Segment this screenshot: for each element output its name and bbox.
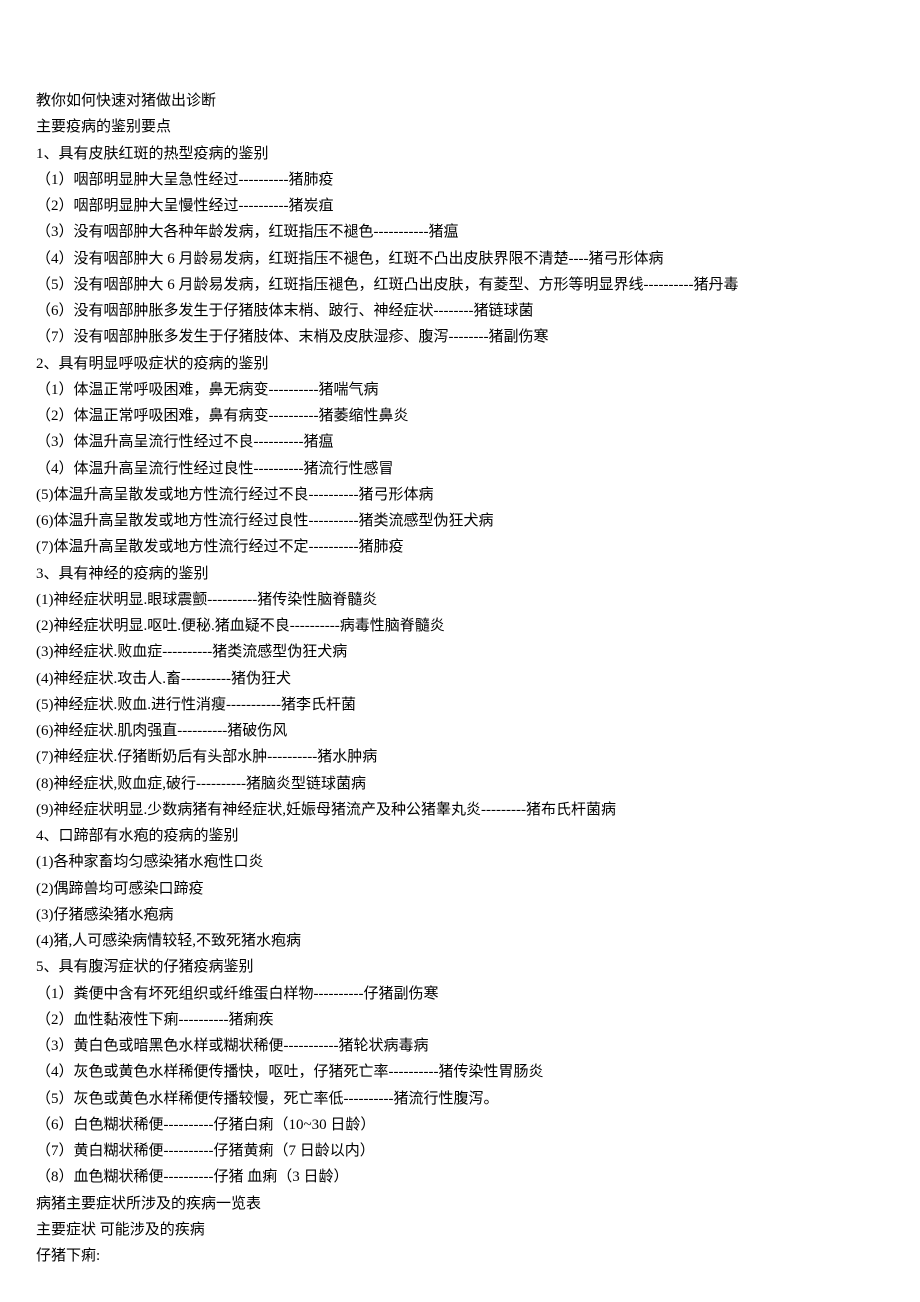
text-line: (1)神经症状明显.眼球震颤----------猪传染性脑脊髓炎 [36, 587, 884, 613]
text-line: 主要疫病的鉴别要点 [36, 114, 884, 140]
text-line: （6）白色糊状稀便----------仔猪白痢（10~30 日龄） [36, 1112, 884, 1138]
text-line: 教你如何快速对猪做出诊断 [36, 88, 884, 114]
text-line: （3）黄白色或暗黑色水样或糊状稀便-----------猪轮状病毒病 [36, 1033, 884, 1059]
text-line: （6）没有咽部肿胀多发生于仔猪肢体末梢、跛行、神经症状--------猪链球菌 [36, 298, 884, 324]
text-line: （2）血性黏液性下痢----------猪痢疾 [36, 1007, 884, 1033]
text-line: 病猪主要症状所涉及的疾病一览表 [36, 1191, 884, 1217]
text-line: （7）没有咽部肿胀多发生于仔猪肢体、末梢及皮肤湿疹、腹泻--------猪副伤寒 [36, 324, 884, 350]
text-line: （8）血色糊状稀便----------仔猪 血痢（3 日龄） [36, 1164, 884, 1190]
text-line: (6)神经症状.肌肉强直----------猪破伤风 [36, 718, 884, 744]
text-line: （2）咽部明显肿大呈慢性经过----------猪炭疽 [36, 193, 884, 219]
text-line: 3、具有神经的疫病的鉴别 [36, 561, 884, 587]
text-line: （4）灰色或黄色水样稀便传播快，呕吐，仔猪死亡率----------猪传染性胃肠… [36, 1059, 884, 1085]
text-line: （1）粪便中含有坏死组织或纤维蛋白样物----------仔猪副伤寒 [36, 981, 884, 1007]
text-line: (7)神经症状.仔猪断奶后有头部水肿----------猪水肿病 [36, 744, 884, 770]
text-line: （4）没有咽部肿大 6 月龄易发病，红斑指压不褪色，红斑不凸出皮肤界限不清楚--… [36, 246, 884, 272]
document-body: 教你如何快速对猪做出诊断主要疫病的鉴别要点1、具有皮肤红斑的热型疫病的鉴别（1）… [36, 88, 884, 1269]
text-line: (5)神经症状.败血.进行性消瘦-----------猪李氏杆菌 [36, 692, 884, 718]
text-line: (7)体温升高呈散发或地方性流行经过不定----------猪肺疫 [36, 534, 884, 560]
text-line: (9)神经症状明显.少数病猪有神经症状,妊娠母猪流产及种公猪睾丸炎-------… [36, 797, 884, 823]
text-line: 5、具有腹泻症状的仔猪疫病鉴别 [36, 954, 884, 980]
text-line: (2)偶蹄兽均可感染口蹄疫 [36, 876, 884, 902]
text-line: （1）咽部明显肿大呈急性经过----------猪肺疫 [36, 167, 884, 193]
text-line: 仔猪下痢: [36, 1243, 884, 1269]
text-line: （3）体温升高呈流行性经过不良----------猪瘟 [36, 429, 884, 455]
text-line: （7）黄白糊状稀便----------仔猪黄痢（7 日龄以内） [36, 1138, 884, 1164]
text-line: (6)体温升高呈散发或地方性流行经过良性----------猪类流感型伪狂犬病 [36, 508, 884, 534]
text-line: (2)神经症状明显.呕吐.便秘.猪血疑不良----------病毒性脑脊髓炎 [36, 613, 884, 639]
text-line: （3）没有咽部肿大各种年龄发病，红斑指压不褪色-----------猪瘟 [36, 219, 884, 245]
text-line: (1)各种家畜均匀感染猪水疱性口炎 [36, 849, 884, 875]
text-line: (3)仔猪感染猪水疱病 [36, 902, 884, 928]
text-line: (4)猪,人可感染病情较轻,不致死猪水疱病 [36, 928, 884, 954]
text-line: （5）灰色或黄色水样稀便传播较慢，死亡率低----------猪流行性腹泻。 [36, 1086, 884, 1112]
text-line: 主要症状 可能涉及的疾病 [36, 1217, 884, 1243]
text-line: （4）体温升高呈流行性经过良性----------猪流行性感冒 [36, 456, 884, 482]
text-line: (8)神经症状,败血症,破行----------猪脑炎型链球菌病 [36, 771, 884, 797]
text-line: (4)神经症状.攻击人.畜----------猪伪狂犬 [36, 666, 884, 692]
text-line: （1）体温正常呼吸困难，鼻无病变----------猪喘气病 [36, 377, 884, 403]
text-line: 2、具有明显呼吸症状的疫病的鉴别 [36, 351, 884, 377]
text-line: （2）体温正常呼吸困难，鼻有病变----------猪萎缩性鼻炎 [36, 403, 884, 429]
text-line: (5)体温升高呈散发或地方性流行经过不良----------猪弓形体病 [36, 482, 884, 508]
text-line: （5）没有咽部肿大 6 月龄易发病，红斑指压褪色，红斑凸出皮肤，有菱型、方形等明… [36, 272, 884, 298]
text-line: (3)神经症状.败血症----------猪类流感型伪狂犬病 [36, 639, 884, 665]
text-line: 1、具有皮肤红斑的热型疫病的鉴别 [36, 141, 884, 167]
text-line: 4、口蹄部有水疱的疫病的鉴别 [36, 823, 884, 849]
